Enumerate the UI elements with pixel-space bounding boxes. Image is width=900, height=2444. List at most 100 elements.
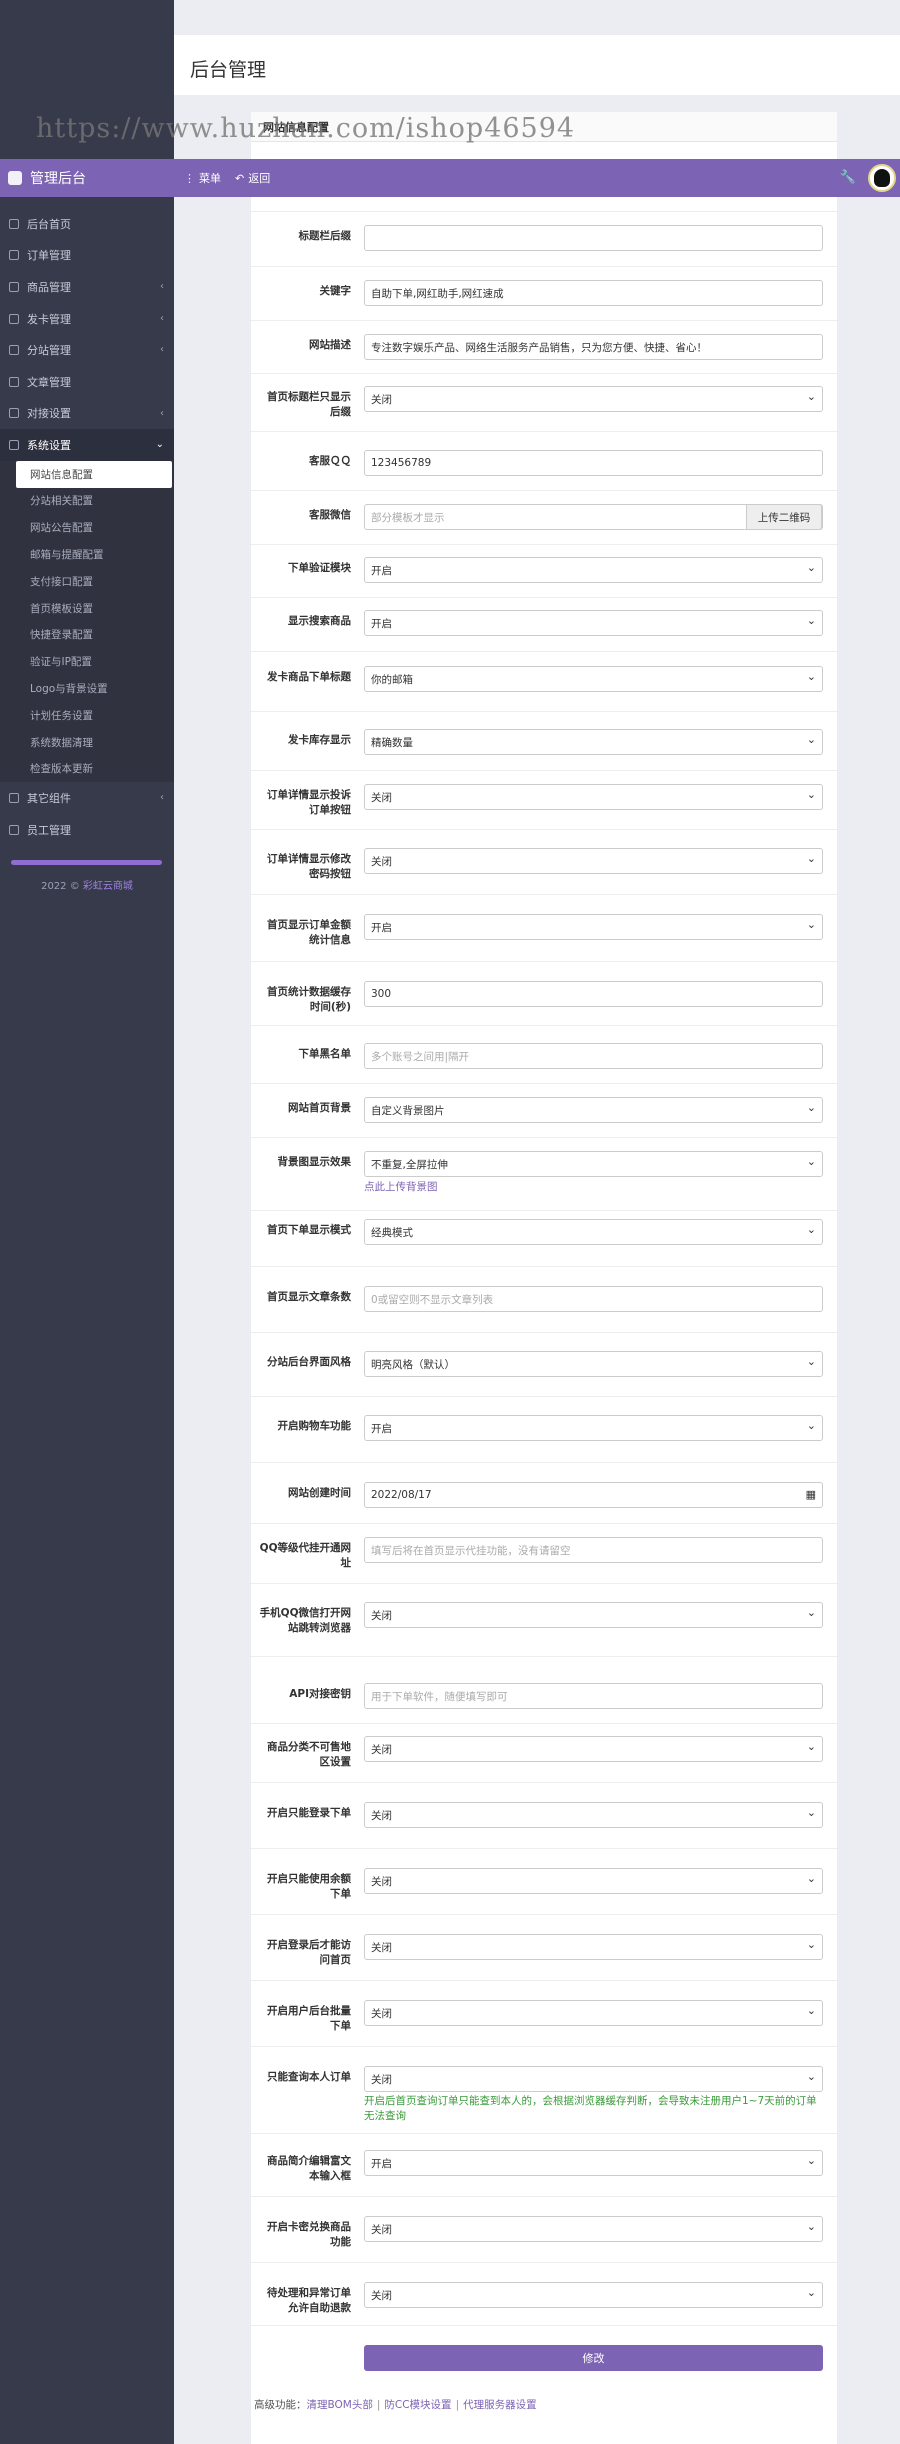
select-field[interactable]: 开启 bbox=[364, 2150, 823, 2176]
submit-button[interactable]: 修改 bbox=[364, 2345, 823, 2371]
sidebar-subitem[interactable]: 网站信息配置 bbox=[16, 460, 172, 488]
brand[interactable]: 管理后台 bbox=[0, 159, 174, 197]
select-field[interactable]: 开启 bbox=[364, 1415, 823, 1441]
text-input[interactable]: 填写后将在首页显示代挂功能，没有请留空 bbox=[364, 1537, 823, 1563]
select-field[interactable]: 精确数量 bbox=[364, 729, 823, 755]
sidebar-item[interactable]: 商品管理 ‹ bbox=[0, 271, 174, 303]
sidebar-subitem[interactable]: 检查版本更新 bbox=[0, 756, 174, 783]
date-value: 2022/08/17 bbox=[371, 1489, 432, 1501]
sidebar-item[interactable]: 订单管理 bbox=[0, 240, 174, 272]
text-input[interactable]: 自助下单,网红助手,网红速成 bbox=[364, 280, 823, 306]
sidebar-subitem[interactable]: Logo与背景设置 bbox=[0, 675, 174, 702]
select-field[interactable]: 关闭 bbox=[364, 1602, 823, 1628]
sidebar-item[interactable]: 员工管理 bbox=[0, 814, 174, 846]
sidebar-subitem[interactable]: 系统数据清理 bbox=[0, 729, 174, 756]
select-field[interactable]: 开启 bbox=[364, 914, 823, 940]
sidebar-subitem[interactable]: 邮箱与提醒配置 bbox=[0, 541, 174, 568]
select-field[interactable]: 关闭 bbox=[364, 1736, 823, 1762]
select-field[interactable]: 关闭 bbox=[364, 2066, 823, 2092]
sidebar-item[interactable]: 分站管理 ‹ bbox=[0, 334, 174, 366]
date-field[interactable]: 2022/08/17 bbox=[364, 1482, 823, 1508]
sidebar-subitem[interactable]: 分站相关配置 bbox=[0, 488, 174, 515]
page-header: 后台管理 bbox=[174, 35, 900, 95]
sidebar-item[interactable]: 其它组件 ‹ bbox=[0, 782, 174, 814]
footer-link[interactable]: 彩虹云商城 bbox=[83, 881, 133, 892]
field-label: 下单黑名单 bbox=[298, 1048, 352, 1060]
row-divider bbox=[251, 961, 837, 962]
field-label: 订单详情显示修改密码按钮 bbox=[267, 853, 351, 880]
sidebar-subitem[interactable]: 网站公告配置 bbox=[0, 514, 174, 541]
field-label: API对接密钥 bbox=[289, 1688, 351, 1700]
anti-cc-link[interactable]: 防CC模块设置 bbox=[384, 2399, 451, 2411]
menu-button[interactable]: ⋮ 菜单 bbox=[184, 170, 221, 186]
field-label: 标题栏后缀 bbox=[298, 230, 352, 242]
text-input[interactable]: 0或留空则不显示文章列表 bbox=[364, 1286, 823, 1312]
field-label: 关键字 bbox=[319, 285, 352, 297]
text-input[interactable]: 123456789 bbox=[364, 450, 823, 476]
sitemap-icon bbox=[9, 345, 19, 356]
input-placeholder: 多个账号之间用|隔开 bbox=[371, 1050, 470, 1063]
select-value: 关闭 bbox=[371, 393, 392, 406]
select-field[interactable]: 关闭 bbox=[364, 1934, 823, 1960]
select-field[interactable]: 关闭 bbox=[364, 1868, 823, 1894]
select-field[interactable]: 自定义背景图片 bbox=[364, 1097, 823, 1123]
sidebar-subitem[interactable]: 快捷登录配置 bbox=[0, 622, 174, 649]
upload-background-link[interactable]: 点此上传背景图 bbox=[364, 1179, 438, 1194]
field-label: 订单详情显示投诉订单按钮 bbox=[267, 789, 351, 816]
field-label: 开启购物车功能 bbox=[277, 1420, 352, 1432]
row-divider bbox=[251, 829, 837, 830]
field-label: 开启卡密兑换商品功能 bbox=[267, 2221, 351, 2248]
select-value: 关闭 bbox=[371, 1809, 392, 1822]
select-field[interactable]: 明亮风格（默认） bbox=[364, 1351, 823, 1377]
row-divider bbox=[251, 1266, 837, 1267]
select-field[interactable]: 关闭 bbox=[364, 2216, 823, 2242]
sidebar-subitem[interactable]: 计划任务设置 bbox=[0, 702, 174, 729]
sidebar-nav: 后台首页 订单管理 商品管理 ‹ 发卡管理 ‹ 分站管理 ‹ 文章管理 对接设置 ‹ 系统设置 ⌄ 网站信… bbox=[0, 208, 174, 846]
sidebar-item[interactable]: 后台首页 bbox=[0, 208, 174, 240]
back-button[interactable]: ↶ 返回 bbox=[235, 170, 270, 186]
text-input[interactable]: 部分模板才显示 上传二维码 bbox=[364, 504, 823, 530]
sidebar-item[interactable]: 文章管理 bbox=[0, 366, 174, 398]
field-label: 只能查询本人订单 bbox=[267, 2071, 351, 2083]
select-field[interactable]: 关闭 bbox=[364, 2282, 823, 2308]
select-field[interactable]: 关闭 bbox=[364, 784, 823, 810]
field-label: 背景图显示效果 bbox=[277, 1156, 352, 1168]
sidebar-item[interactable]: 系统设置 ⌄ bbox=[0, 429, 174, 461]
select-field[interactable]: 开启 bbox=[364, 610, 823, 636]
field-label: QQ等级代挂开通网址 bbox=[259, 1542, 351, 1569]
sidebar-subitem[interactable]: 首页模板设置 bbox=[0, 595, 174, 622]
text-input[interactable]: 用于下单软件，随便填写即可 bbox=[364, 1683, 823, 1709]
select-field[interactable]: 关闭 bbox=[364, 386, 823, 412]
select-field[interactable]: 关闭 bbox=[364, 2000, 823, 2026]
select-field[interactable]: 经典模式 bbox=[364, 1219, 823, 1245]
text-input[interactable]: 多个账号之间用|隔开 bbox=[364, 1043, 823, 1069]
avatar[interactable] bbox=[868, 164, 896, 192]
row-divider bbox=[251, 2262, 837, 2263]
sidebar-item[interactable]: 对接设置 ‹ bbox=[0, 398, 174, 430]
select-value: 关闭 bbox=[371, 2289, 392, 2302]
text-input[interactable] bbox=[364, 225, 823, 251]
row-divider bbox=[251, 1656, 837, 1657]
text-input[interactable]: 300 bbox=[364, 981, 823, 1007]
clean-bom-link[interactable]: 清理BOM头部 bbox=[307, 2399, 373, 2411]
select-value: 开启 bbox=[371, 617, 392, 630]
link-icon bbox=[9, 408, 19, 419]
select-field[interactable]: 你的邮箱 bbox=[364, 666, 823, 692]
sidebar-subitem[interactable]: 验证与IP配置 bbox=[0, 648, 174, 675]
text-input[interactable]: 专注数字娱乐产品、网络生活服务产品销售，只为您方便、快捷、省心！ bbox=[364, 334, 823, 360]
sidebar-item-label: 分站管理 bbox=[27, 344, 71, 358]
proxy-server-link[interactable]: 代理服务器设置 bbox=[463, 2399, 537, 2411]
select-value: 关闭 bbox=[371, 1609, 392, 1622]
sidebar-subitem[interactable]: 支付接口配置 bbox=[0, 568, 174, 595]
sidebar-item[interactable]: 发卡管理 ‹ bbox=[0, 303, 174, 335]
select-value: 自定义背景图片 bbox=[371, 1104, 445, 1117]
select-field[interactable]: 开启 bbox=[364, 557, 823, 583]
field-label: 首页标题栏只显示后缀 bbox=[267, 391, 351, 418]
select-field[interactable]: 关闭 bbox=[364, 1802, 823, 1828]
select-field[interactable]: 关闭 bbox=[364, 848, 823, 874]
row-divider bbox=[251, 2325, 837, 2326]
row-divider bbox=[251, 651, 837, 652]
upload-qrcode-button[interactable]: 上传二维码 bbox=[746, 504, 822, 530]
select-field[interactable]: 不重复,全屏拉伸 bbox=[364, 1151, 823, 1177]
wrench-icon[interactable]: 🔧 bbox=[840, 170, 856, 185]
